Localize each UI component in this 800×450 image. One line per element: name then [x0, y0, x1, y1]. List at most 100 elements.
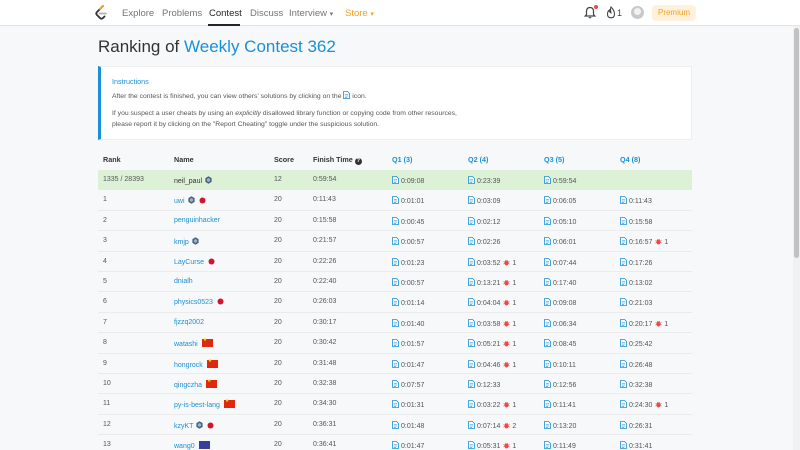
nav-discuss[interactable]: Discuss — [250, 8, 283, 19]
solution-icon[interactable] — [392, 257, 399, 266]
solution-icon[interactable] — [620, 196, 627, 205]
submission-q1[interactable]: 0:00:57 — [392, 278, 424, 287]
nav-interview[interactable]: Interview ▾ — [289, 8, 333, 19]
submission-q3[interactable]: 0:13:20 — [544, 420, 576, 430]
user-cell[interactable]: uwi — [174, 196, 206, 205]
submission-q3[interactable]: 0:17:40 — [544, 278, 576, 287]
solution-icon[interactable] — [620, 441, 627, 450]
user-cell[interactable]: watashi — [174, 337, 213, 348]
nav-store[interactable]: Store ▾ — [345, 8, 374, 19]
solution-icon[interactable] — [468, 196, 475, 205]
solution-icon[interactable] — [620, 237, 627, 246]
contest-link[interactable]: Weekly Contest 362 — [184, 37, 336, 56]
user-cell[interactable]: py-is-best-lang — [174, 398, 235, 409]
solution-icon[interactable] — [392, 298, 399, 307]
solution-icon[interactable] — [468, 298, 475, 307]
submission-q1[interactable]: 0:01:23 — [392, 257, 424, 267]
submission-q3[interactable]: 0:12:56 — [544, 380, 576, 389]
submission-q2[interactable]: 0:03:09 — [468, 196, 500, 205]
solution-icon[interactable] — [392, 237, 399, 246]
solution-icon[interactable] — [468, 400, 475, 409]
submission-q2[interactable]: 0:03:52 1 — [468, 257, 516, 267]
submission-q1[interactable]: 0:01:48 — [392, 420, 424, 430]
solution-icon[interactable] — [620, 380, 627, 388]
submission-q3[interactable]: 0:11:41 — [544, 400, 576, 409]
user-cell[interactable]: LayCurse — [174, 258, 215, 266]
solution-icon[interactable] — [468, 339, 475, 348]
solution-icon[interactable] — [620, 298, 627, 307]
solution-icon[interactable] — [392, 318, 399, 327]
solution-icon[interactable] — [392, 176, 399, 184]
submission-q4[interactable]: 0:15:58 — [620, 216, 652, 226]
submission-q2[interactable]: 0:04:04 1 — [468, 298, 516, 307]
submission-q3[interactable]: 0:09:08 — [544, 298, 576, 307]
username-link[interactable]: penguinhacker — [174, 217, 220, 224]
user-cell[interactable]: physics0523 — [174, 298, 224, 306]
solution-icon[interactable] — [544, 359, 551, 368]
leetcode-logo-icon[interactable] — [94, 5, 108, 21]
help-icon[interactable]: ? — [354, 158, 362, 165]
solution-icon[interactable] — [468, 359, 475, 368]
solution-icon[interactable] — [468, 318, 475, 327]
username-link[interactable]: neil_paul — [174, 178, 202, 185]
solution-icon[interactable] — [544, 196, 551, 205]
nav-problems[interactable]: Problems — [162, 8, 202, 19]
username-link[interactable]: uwi — [174, 198, 185, 205]
username-link[interactable]: hongrock — [174, 362, 203, 369]
submission-q2[interactable]: 0:02:12 — [468, 216, 500, 226]
submission-q2[interactable]: 0:02:26 — [468, 237, 500, 246]
submission-q4[interactable]: 0:21:03 — [620, 298, 652, 307]
submission-q4[interactable]: 0:31:41 — [620, 441, 652, 450]
username-link[interactable]: kzyKT — [174, 423, 193, 430]
username-link[interactable]: physics0523 — [174, 299, 213, 306]
nav-explore[interactable]: Explore — [122, 8, 154, 19]
username-link[interactable]: py-is-best-lang — [174, 402, 220, 409]
submission-q4[interactable]: 0:26:31 — [620, 420, 652, 430]
submission-q2[interactable]: 0:03:22 1 — [468, 400, 516, 409]
header-q2[interactable]: Q2 (4) — [468, 155, 488, 164]
avatar[interactable] — [631, 6, 644, 19]
submission-q4[interactable]: 0:17:26 — [620, 257, 652, 267]
fire-icon[interactable] — [606, 6, 616, 19]
submission-q2[interactable]: 0:05:31 1 — [468, 441, 516, 450]
solution-icon[interactable] — [544, 298, 551, 307]
header-q1[interactable]: Q1 (3) — [392, 155, 412, 164]
user-cell[interactable]: neil_paul — [174, 176, 212, 185]
solution-icon[interactable] — [468, 420, 475, 429]
solution-icon[interactable] — [392, 380, 399, 388]
username-link[interactable]: qingczha — [174, 382, 202, 389]
solution-icon[interactable] — [392, 196, 399, 205]
submission-q1[interactable]: 0:01:01 — [392, 196, 424, 205]
submission-q4[interactable]: 0:25:42 — [620, 339, 652, 348]
username-link[interactable]: fjzzq2002 — [174, 319, 204, 326]
header-q3[interactable]: Q3 (5) — [544, 155, 564, 164]
submission-q2[interactable]: 0:03:58 1 — [468, 318, 516, 328]
submission-q3[interactable]: 0:10:11 — [544, 359, 576, 369]
scrollbar-thumb[interactable] — [794, 28, 799, 258]
solution-icon[interactable] — [468, 216, 475, 225]
solution-icon[interactable] — [620, 359, 627, 368]
submission-q4[interactable]: 0:11:43 — [620, 196, 652, 205]
solution-icon[interactable] — [468, 278, 475, 286]
submission-q4[interactable]: 0:13:02 — [620, 278, 652, 287]
solution-icon[interactable] — [392, 420, 399, 429]
username-link[interactable]: LayCurse — [174, 259, 204, 266]
solution-icon[interactable] — [392, 359, 399, 368]
solution-icon[interactable] — [620, 318, 627, 327]
username-link[interactable]: watashi — [174, 341, 198, 348]
solution-icon[interactable] — [468, 257, 475, 266]
solution-icon[interactable] — [544, 216, 551, 225]
username-link[interactable]: dnialh — [174, 278, 193, 285]
user-cell[interactable]: fjzzq2002 — [174, 319, 204, 326]
submission-q3[interactable]: 0:59:54 — [544, 176, 576, 185]
submission-q3[interactable]: 0:05:10 — [544, 216, 576, 226]
solution-icon[interactable] — [620, 420, 627, 429]
submission-q3[interactable]: 0:06:01 — [544, 237, 576, 246]
user-cell[interactable]: dnialh — [174, 278, 193, 285]
username-link[interactable]: wang0 — [174, 443, 195, 450]
submission-q3[interactable]: 0:08:45 — [544, 339, 576, 348]
submission-q4[interactable]: 0:32:38 — [620, 380, 652, 389]
submission-q2[interactable]: 0:05:21 1 — [468, 339, 516, 348]
solution-icon[interactable] — [468, 441, 475, 450]
submission-q2[interactable]: 0:23:39 — [468, 176, 500, 185]
